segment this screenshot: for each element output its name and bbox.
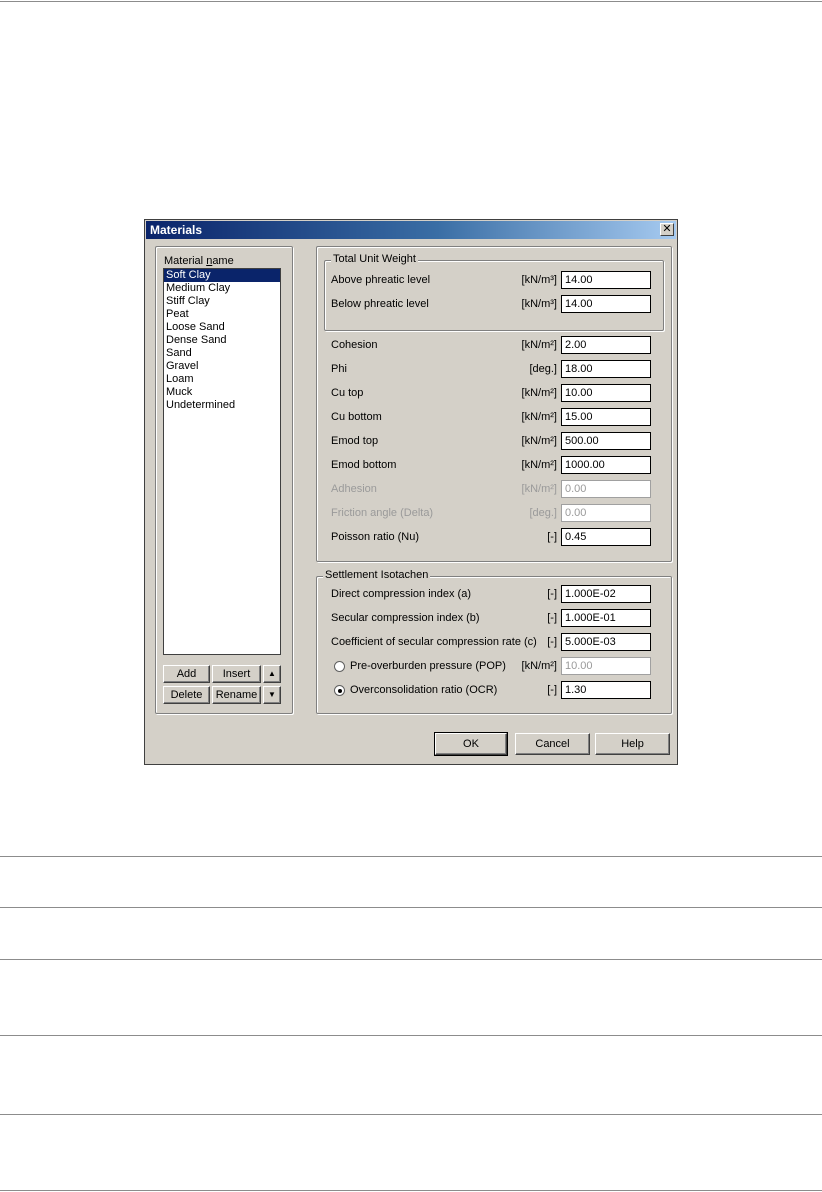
material-list-item[interactable]: Loose Sand — [164, 321, 280, 334]
parameter-label: Adhesion — [331, 483, 377, 495]
unit-weight-unit: [kN/m³] — [521, 298, 557, 310]
rule-2 — [0, 907, 822, 908]
ocr-input[interactable]: 1.30 — [561, 681, 651, 699]
parameter-unit: [kN/m²] — [521, 387, 557, 399]
parameter-label: Phi — [331, 363, 347, 375]
material-list-item[interactable]: Muck — [164, 386, 280, 399]
radio-selected-dot — [338, 689, 342, 693]
parameter-input[interactable]: 0.45 — [561, 528, 651, 546]
rule-5 — [0, 1114, 822, 1115]
ocr-label: Overconsolidation ratio (OCR) — [350, 684, 498, 696]
parameter-label: Cu bottom — [331, 411, 382, 423]
rule-4 — [0, 1035, 822, 1036]
rule-3 — [0, 959, 822, 960]
material-list-item[interactable]: Gravel — [164, 360, 280, 373]
pop-label: Pre-overburden pressure (POP) — [350, 660, 506, 672]
parameter-label: Cohesion — [331, 339, 378, 351]
unit-weight-label: Below phreatic level — [331, 298, 429, 310]
unit-weight-input[interactable]: 14.00 — [561, 271, 651, 289]
ocr-unit: [-] — [547, 684, 557, 696]
isotachen-group-label: Settlement Isotachen — [323, 569, 431, 581]
pop-input[interactable]: 10.00 — [561, 657, 651, 675]
parameter-unit: [deg.] — [529, 507, 557, 519]
isotachen-unit: [-] — [547, 612, 557, 624]
arrow-down-icon: ▼ — [268, 690, 276, 699]
parameter-input[interactable]: 1000.00 — [561, 456, 651, 474]
material-list-item[interactable]: Loam — [164, 373, 280, 386]
ocr-radio[interactable] — [334, 685, 345, 696]
arrow-up-icon: ▲ — [268, 669, 276, 678]
parameter-input[interactable]: 0.00 — [561, 504, 651, 522]
isotachen-label: Secular compression index (b) — [331, 612, 480, 624]
dialog-title: Materials — [150, 223, 203, 237]
material-list-item[interactable]: Sand — [164, 347, 280, 360]
cancel-button[interactable]: Cancel — [515, 733, 590, 755]
isotachen-input[interactable]: 1.000E-02 — [561, 585, 651, 603]
parameter-input[interactable]: 500.00 — [561, 432, 651, 450]
move-up-button[interactable]: ▲ — [263, 665, 281, 683]
insert-button[interactable]: Insert — [212, 665, 261, 683]
parameter-input[interactable]: 18.00 — [561, 360, 651, 378]
parameter-input[interactable]: 0.00 — [561, 480, 651, 498]
material-list-item[interactable]: Dense Sand — [164, 334, 280, 347]
parameter-input[interactable]: 15.00 — [561, 408, 651, 426]
material-name-label: Material name — [164, 255, 234, 267]
parameter-label: Friction angle (Delta) — [331, 507, 434, 519]
title-bar[interactable]: Materials ✕ — [146, 221, 676, 239]
parameter-unit: [kN/m²] — [521, 459, 557, 471]
close-icon: ✕ — [662, 223, 672, 235]
material-list-item[interactable]: Undetermined — [164, 399, 280, 412]
top-rule — [0, 1, 822, 2]
unit-weight-unit: [kN/m³] — [521, 274, 557, 286]
parameter-unit: [deg.] — [529, 363, 557, 375]
isotachen-input[interactable]: 1.000E-01 — [561, 609, 651, 627]
materials-dialog: Materials ✕ Material name Soft Clay Mediu… — [144, 219, 678, 765]
parameter-input[interactable]: 10.00 — [561, 384, 651, 402]
ok-button[interactable]: OK — [434, 732, 508, 756]
isotachen-input[interactable]: 5.000E-03 — [561, 633, 651, 651]
move-down-button[interactable]: ▼ — [263, 686, 281, 704]
isotachen-label: Direct compression index (a) — [331, 588, 471, 600]
isotachen-unit: [-] — [547, 636, 557, 648]
rule-6 — [0, 1190, 822, 1191]
close-button[interactable]: ✕ — [660, 223, 674, 236]
parameter-label: Emod top — [331, 435, 379, 447]
parameter-unit: [kN/m²] — [521, 339, 557, 351]
help-button[interactable]: Help — [595, 733, 670, 755]
material-list[interactable]: Soft Clay Medium Clay Stiff Clay Peat Loose … — [163, 268, 281, 655]
unit-weight-label: Above phreatic level — [331, 274, 431, 286]
rule-1 — [0, 856, 822, 857]
pop-unit: [kN/m²] — [521, 660, 557, 672]
parameter-label: Emod bottom — [331, 459, 397, 471]
add-button[interactable]: Add — [163, 665, 210, 683]
parameter-unit: [-] — [547, 531, 557, 543]
isotachen-unit: [-] — [547, 588, 557, 600]
unit-weight-input[interactable]: 14.00 — [561, 295, 651, 313]
delete-button[interactable]: Delete — [163, 686, 210, 704]
material-list-item[interactable]: Stiff Clay — [164, 295, 280, 308]
parameter-unit: [kN/m²] — [521, 435, 557, 447]
parameter-unit: [kN/m²] — [521, 483, 557, 495]
parameter-label: Poisson ratio (Nu) — [331, 531, 420, 543]
parameter-input[interactable]: 2.00 — [561, 336, 651, 354]
parameter-unit: [kN/m²] — [521, 411, 557, 423]
material-list-item[interactable]: Soft Clay — [164, 269, 280, 282]
material-list-item[interactable]: Medium Clay — [164, 282, 280, 295]
pop-radio[interactable] — [334, 661, 345, 672]
material-list-item[interactable]: Peat — [164, 308, 280, 321]
rename-button[interactable]: Rename — [212, 686, 261, 704]
parameter-label: Cu top — [331, 387, 364, 399]
